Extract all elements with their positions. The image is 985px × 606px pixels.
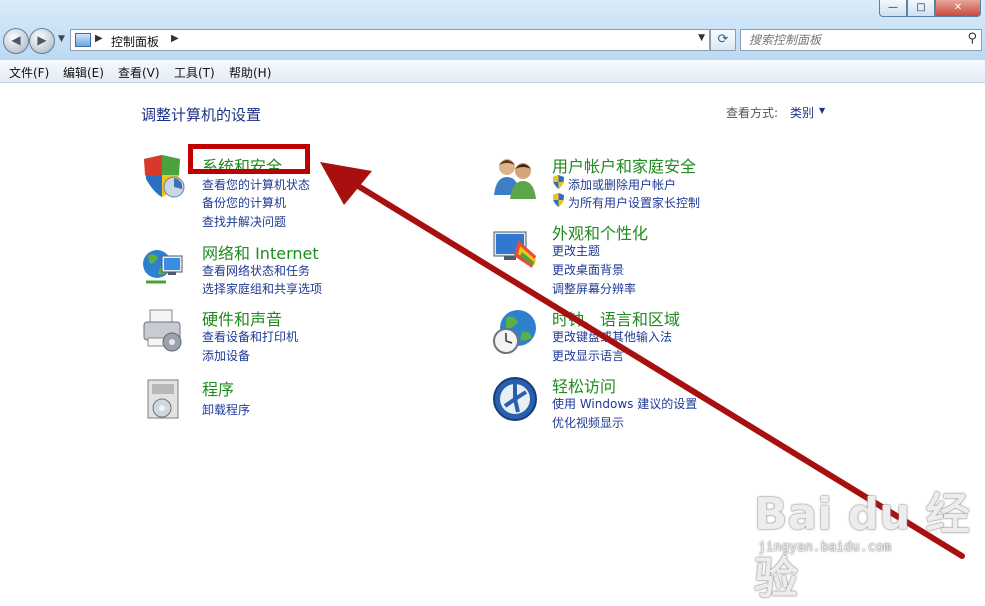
baidu-watermark: Bai du 经验 jingyan.baidu.com: [754, 478, 985, 606]
watermark-url: jingyan.baidu.com: [758, 540, 892, 555]
